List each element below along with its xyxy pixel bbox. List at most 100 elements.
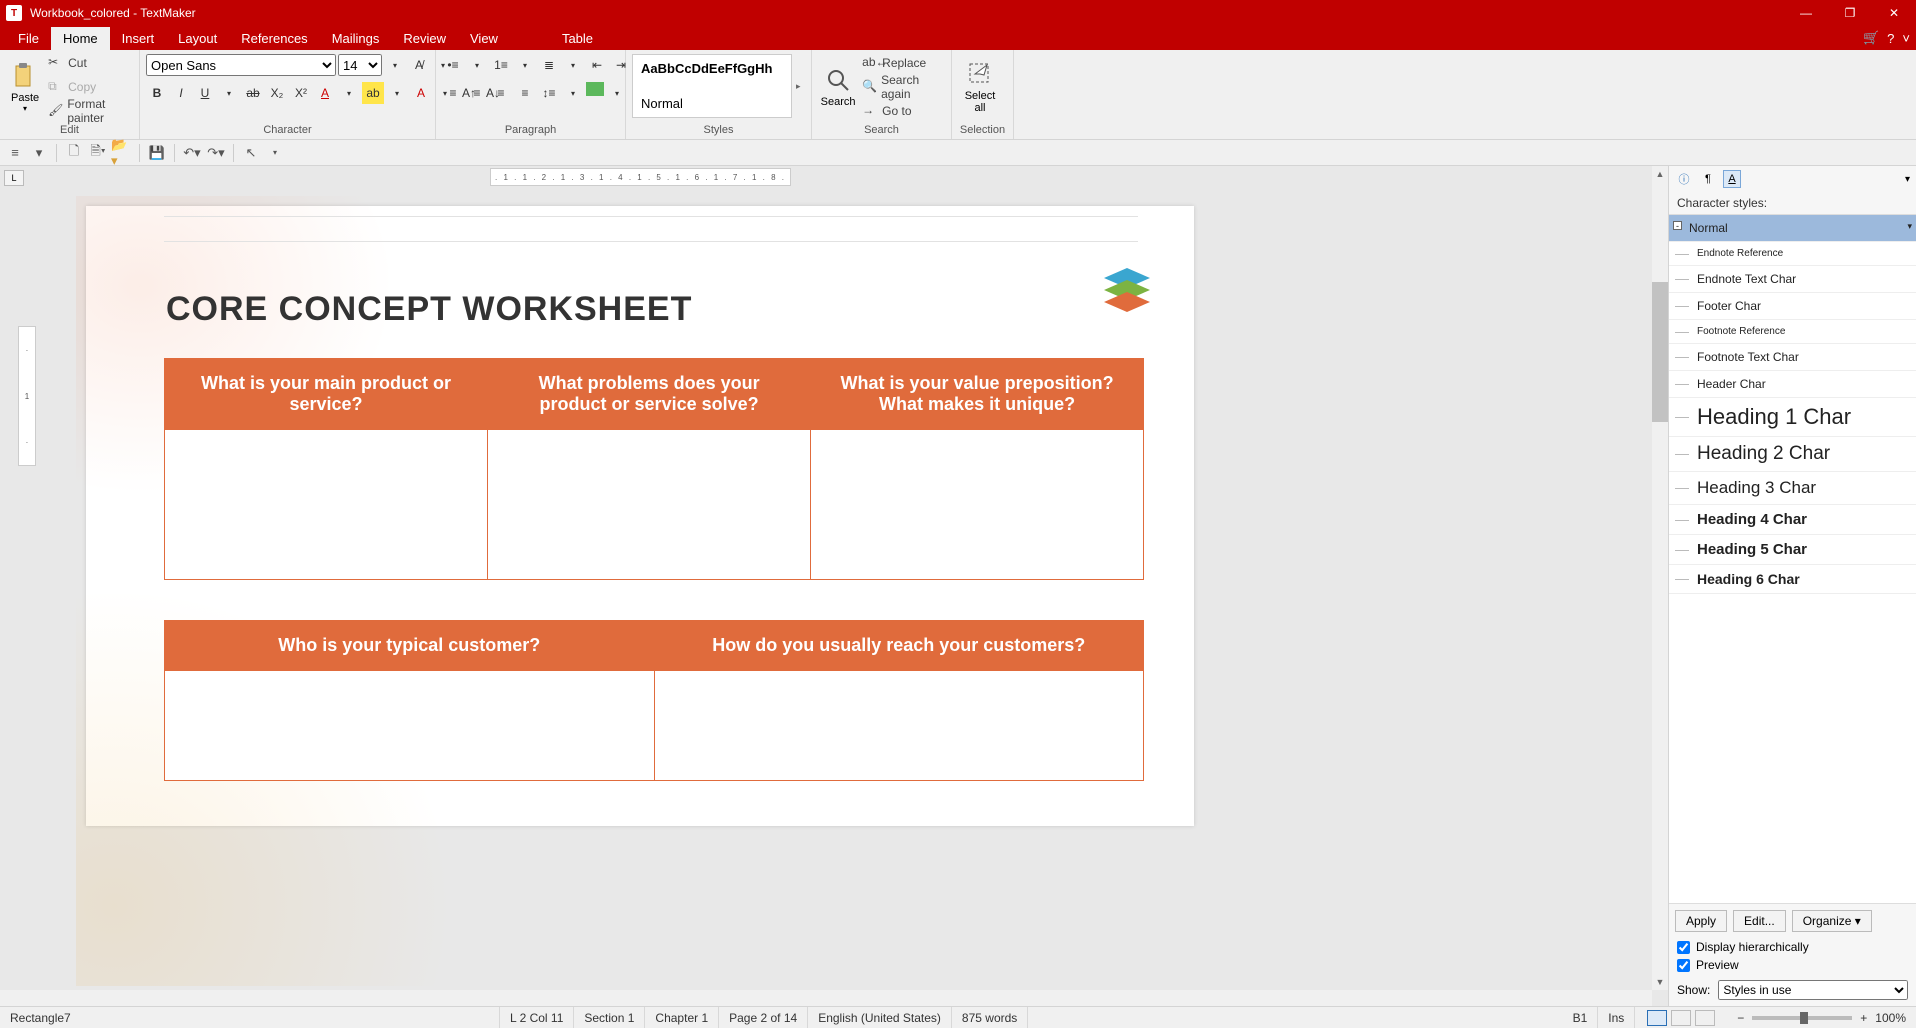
close-button[interactable]: ✕ [1872,0,1916,26]
panel-char-icon[interactable]: A [1723,170,1741,188]
collapse-ribbon-icon[interactable]: ˅ [1902,31,1910,46]
strikethrough-button[interactable]: ab [242,82,264,104]
q5-header[interactable]: How do you usually reach your customers? [654,621,1144,671]
shading-button[interactable] [586,82,604,96]
q4-cell[interactable] [165,671,655,781]
edit-button[interactable]: Edit... [1733,910,1786,932]
worksheet-table-1[interactable]: What is your main product or service? Wh… [164,358,1144,580]
style-list[interactable]: -Normal▾ Endnote Reference Endnote Text … [1669,214,1916,904]
font-color-button[interactable]: A [314,82,336,104]
cart-icon[interactable]: 🛒 [1863,30,1879,46]
style-item[interactable]: Heading 1 Char [1669,398,1916,437]
organize-button[interactable]: Organize ▾ [1792,910,1872,932]
style-item[interactable]: Heading 3 Char [1669,472,1916,505]
tab-mailings[interactable]: Mailings [320,27,392,50]
status-language[interactable]: English (United States) [808,1007,952,1028]
tab-references[interactable]: References [229,27,319,50]
subscript-button[interactable]: X₂ [266,82,288,104]
apply-button[interactable]: Apply [1675,910,1727,932]
minimize-button[interactable]: — [1784,0,1828,26]
replace-button[interactable]: ab↔Replace [862,52,945,74]
status-ins[interactable]: Ins [1598,1007,1635,1028]
tab-stop-left[interactable]: L [4,170,24,186]
open-icon[interactable]: 📂▾ [111,142,133,164]
scroll-up-icon[interactable]: ▲ [1652,166,1668,182]
style-item[interactable]: Footnote Text Char [1669,344,1916,371]
scrollbar-horizontal[interactable] [0,990,1652,1006]
font-name-select[interactable]: Open Sans [146,54,336,76]
align-center-button[interactable]: ≡ [466,82,488,104]
cursor-icon[interactable]: ↖ [240,142,262,164]
scroll-down-icon[interactable]: ▼ [1652,974,1668,990]
superscript-button[interactable]: X² [290,82,312,104]
q1-cell[interactable] [165,430,488,580]
display-hier-checkbox[interactable]: Display hierarchically [1669,938,1916,956]
align-left-button[interactable]: ≡ [442,82,464,104]
view-outline-button[interactable] [1695,1010,1715,1026]
style-item[interactable]: Heading 5 Char [1669,535,1916,565]
paste-button[interactable]: Paste ▾ [6,52,44,122]
bold-button[interactable]: B [146,82,168,104]
q5-cell[interactable] [654,671,1144,781]
style-item[interactable]: Endnote Reference [1669,242,1916,266]
style-item-normal[interactable]: -Normal▾ [1669,215,1916,242]
line-spacing-button[interactable]: ↕≡ [538,82,560,104]
panel-info-icon[interactable]: ⓘ [1675,170,1693,188]
style-item[interactable]: Footnote Reference [1669,320,1916,344]
bullets-button[interactable]: •≡ [442,54,464,76]
worksheet-table-2[interactable]: Who is your typical customer? How do you… [164,620,1144,781]
undo-icon[interactable]: ↶▾ [181,142,203,164]
font-size-select[interactable]: 14 [338,54,382,76]
goto-button[interactable]: →Go to [862,100,945,122]
redo-icon[interactable]: ↷▾ [205,142,227,164]
numbering-button[interactable]: 1≡ [490,54,512,76]
qat-menu-icon[interactable]: ≡ [4,142,26,164]
view-normal-button[interactable] [1647,1010,1667,1026]
tab-insert[interactable]: Insert [110,27,167,50]
style-item[interactable]: Heading 4 Char [1669,505,1916,535]
page[interactable]: CORE CONCEPT WORKSHEET What is your main… [86,206,1194,826]
justify-button[interactable]: ≡ [514,82,536,104]
select-all-button[interactable]: Select all [958,52,1002,122]
q1-header[interactable]: What is your main product or service? [165,359,488,430]
style-item[interactable]: Endnote Text Char [1669,266,1916,293]
view-master-button[interactable] [1671,1010,1691,1026]
panel-menu-icon[interactable]: ▾ [1905,174,1910,185]
help-icon[interactable]: ? [1887,31,1894,46]
tab-view[interactable]: View [458,27,510,50]
style-item[interactable]: Heading 2 Char [1669,437,1916,472]
new-doc-icon[interactable]: 🗋 [63,142,85,164]
ruler-vertical[interactable]: · 1 · [18,326,36,466]
show-select[interactable]: Styles in use [1718,980,1908,1000]
outdent-button[interactable]: ⇤ [586,54,608,76]
style-item[interactable]: Heading 6 Char [1669,565,1916,594]
zoom-slider[interactable] [1752,1016,1852,1020]
q4-header[interactable]: Who is your typical customer? [165,621,655,671]
q2-header[interactable]: What problems does your product or servi… [488,359,811,430]
align-right-button[interactable]: ≡ [490,82,512,104]
new-dropdown-icon[interactable]: 🗎▾ [87,142,109,164]
char-style-button[interactable]: A [410,82,432,104]
save-icon[interactable]: 💾 [146,142,168,164]
highlight-button[interactable]: ab [362,82,384,104]
cut-button[interactable]: ✂Cut [48,52,133,74]
maximize-button[interactable]: ❐ [1828,0,1872,26]
italic-button[interactable]: I [170,82,192,104]
tab-home[interactable]: Home [51,27,110,50]
multilevel-button[interactable]: ≣ [538,54,560,76]
tab-file[interactable]: File [6,27,51,50]
zoom-in-button[interactable]: + [1860,1011,1867,1025]
style-item[interactable]: Footer Char [1669,293,1916,320]
panel-para-icon[interactable]: ¶ [1699,170,1717,188]
q2-cell[interactable] [488,430,811,580]
document-area[interactable]: L . 1 . 1 . 2 . 1 . 3 . 1 . 4 . 1 . 5 . … [0,166,1668,1006]
underline-button[interactable]: U [194,82,216,104]
style-expand-icon[interactable]: ▸ [796,81,801,92]
scroll-thumb[interactable] [1652,282,1668,422]
search-button[interactable]: Search [818,52,858,122]
format-painter-button[interactable]: 🖌Format painter [48,100,133,122]
status-words[interactable]: 875 words [952,1007,1028,1028]
tab-layout[interactable]: Layout [166,27,229,50]
style-item[interactable]: Header Char [1669,371,1916,398]
scrollbar-vertical[interactable]: ▲ ▼ [1652,166,1668,990]
